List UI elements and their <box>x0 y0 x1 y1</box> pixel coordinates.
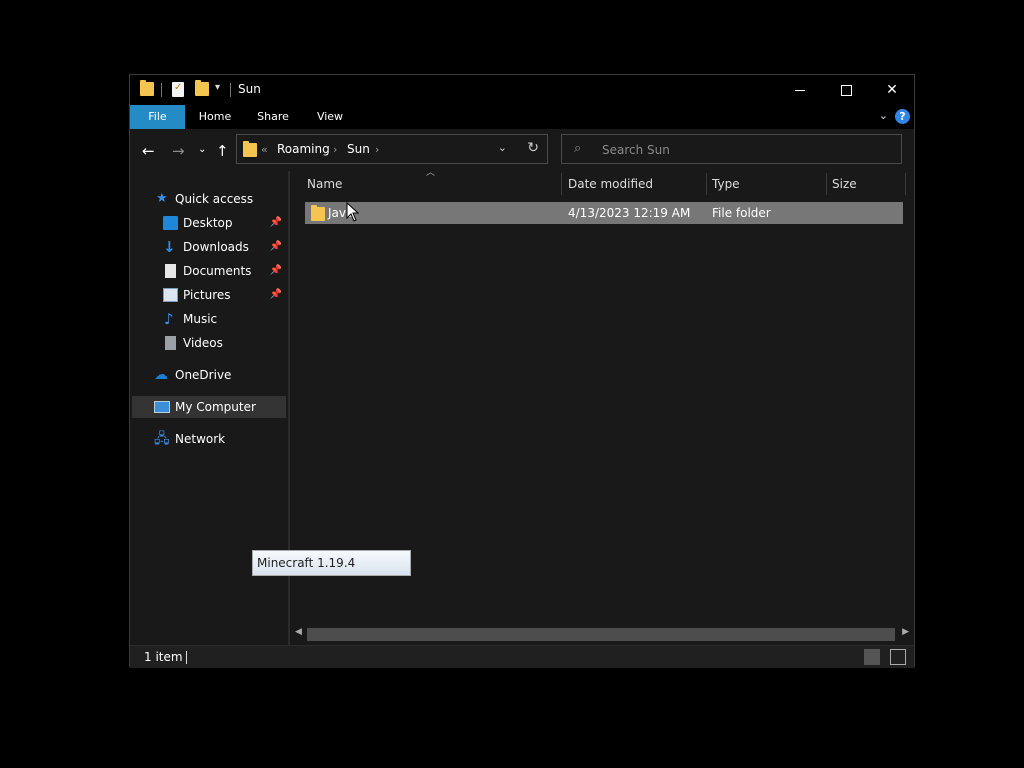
column-header-size[interactable]: Size <box>832 171 902 197</box>
column-divider[interactable] <box>706 173 707 195</box>
table-row[interactable]: Java 4/13/2023 12:19 AM File folder <box>305 202 903 224</box>
tooltip: Minecraft 1.19.4 <box>252 550 411 576</box>
file-date-modified: 4/13/2023 12:19 AM <box>568 206 691 220</box>
column-divider[interactable] <box>561 173 562 195</box>
column-header-name[interactable]: Name <box>307 171 557 197</box>
navigation-bar: ← → ⌄ ↑ « Roaming › Sun › ⌄ ↻ ⌕ <box>130 129 914 171</box>
status-bar: 1 item <box>130 645 914 668</box>
item-count: 1 item <box>144 650 183 664</box>
documents-icon <box>165 264 176 278</box>
large-icons-view-button[interactable] <box>890 649 906 665</box>
sidebar-item-documents[interactable]: Documents 📌 <box>130 260 286 282</box>
tab-home[interactable]: Home <box>190 105 240 129</box>
file-type: File folder <box>712 206 771 220</box>
ribbon-tabs: File Home Share View ⌄ ? <box>130 105 914 129</box>
folder-icon <box>243 141 257 157</box>
sidebar-item-label: My Computer <box>175 400 256 414</box>
column-header-type[interactable]: Type <box>712 171 824 197</box>
column-divider[interactable] <box>826 173 827 195</box>
column-divider[interactable] <box>905 173 906 195</box>
horizontal-scrollbar[interactable]: ◀ ▶ <box>290 626 914 643</box>
help-icon[interactable]: ? <box>895 109 910 124</box>
sidebar-item-quick-access[interactable]: ★ Quick access <box>130 188 286 210</box>
sidebar-item-my-computer[interactable]: My Computer <box>132 396 286 418</box>
sidebar-item-downloads[interactable]: ↓ Downloads 📌 <box>130 236 286 258</box>
downloads-icon: ↓ <box>163 238 176 256</box>
sidebar-item-label: Desktop <box>183 216 233 230</box>
breadcrumb-separator[interactable]: › <box>375 143 379 156</box>
scroll-right-icon[interactable]: ▶ <box>902 627 909 637</box>
scrollbar-thumb[interactable] <box>307 628 895 641</box>
maximize-icon <box>840 84 852 96</box>
text-caret <box>186 651 187 664</box>
music-icon: ♪ <box>164 310 174 328</box>
videos-icon <box>165 336 176 350</box>
sidebar-item-label: Pictures <box>183 288 231 302</box>
breadcrumb-roaming[interactable]: Roaming <box>277 142 330 156</box>
sidebar-item-onedrive[interactable]: ☁ OneDrive <box>130 364 286 386</box>
refresh-icon[interactable]: ↻ <box>527 140 539 156</box>
network-icon: 🖧 <box>154 431 170 447</box>
sidebar-item-label: Music <box>183 312 218 326</box>
sidebar-item-label: Network <box>175 432 226 446</box>
sidebar-item-label: Documents <box>183 264 252 278</box>
column-header-date-modified[interactable]: Date modified <box>568 171 704 197</box>
sidebar-item-label: Quick access <box>175 192 254 206</box>
address-bar[interactable]: « Roaming › Sun › ⌄ ↻ <box>236 134 548 164</box>
computer-icon <box>154 401 170 413</box>
onedrive-icon: ☁ <box>154 367 168 383</box>
search-input[interactable] <box>600 140 884 160</box>
pin-icon[interactable]: 📌 <box>270 260 282 282</box>
file-explorer-window: ▾ Sun ✕ File Home Share View ⌄ ? ← → ⌄ ↑… <box>129 74 915 668</box>
breadcrumb-sun[interactable]: Sun <box>347 142 370 156</box>
sidebar-item-desktop[interactable]: Desktop 📌 <box>130 212 286 234</box>
forward-button[interactable]: → <box>172 142 185 160</box>
minimize-icon <box>795 89 805 91</box>
folder-icon <box>140 80 154 98</box>
divider <box>230 83 231 97</box>
close-button[interactable]: ✕ <box>869 75 915 105</box>
folder-icon <box>311 205 325 221</box>
customize-qat-icon[interactable]: ▾ <box>215 82 220 98</box>
maximize-button[interactable] <box>823 75 869 105</box>
search-icon: ⌕ <box>574 141 582 156</box>
desktop-icon <box>163 216 178 230</box>
new-folder-icon[interactable] <box>195 80 209 98</box>
sidebar-item-videos[interactable]: Videos <box>130 332 286 354</box>
tab-file[interactable]: File <box>130 105 185 129</box>
sidebar-item-label: Videos <box>183 336 223 350</box>
scroll-left-icon[interactable]: ◀ <box>295 627 302 637</box>
breadcrumb-overflow[interactable]: « <box>261 143 268 156</box>
mouse-pointer-icon <box>346 202 360 222</box>
sidebar-item-music[interactable]: ♪ Music <box>130 308 286 330</box>
sidebar-item-pictures[interactable]: Pictures 📌 <box>130 284 286 306</box>
window-title: Sun <box>238 82 261 96</box>
breadcrumb-separator[interactable]: › <box>333 143 337 156</box>
pin-icon[interactable]: 📌 <box>270 284 282 306</box>
sidebar-item-label: OneDrive <box>175 368 232 382</box>
back-button[interactable]: ← <box>142 142 155 160</box>
divider <box>161 83 162 97</box>
pin-icon[interactable]: 📌 <box>270 236 282 258</box>
tab-view[interactable]: View <box>305 105 355 129</box>
properties-icon[interactable] <box>172 82 184 98</box>
pictures-icon <box>163 288 178 302</box>
tab-share[interactable]: Share <box>248 105 298 129</box>
expand-ribbon-icon[interactable]: ⌄ <box>879 109 888 122</box>
star-icon: ★ <box>156 191 168 206</box>
close-icon: ✕ <box>886 82 898 98</box>
up-button[interactable]: ↑ <box>216 142 229 160</box>
search-box[interactable]: ⌕ <box>561 134 902 164</box>
recent-locations-button[interactable]: ⌄ <box>198 144 206 155</box>
details-view-button[interactable] <box>864 649 880 665</box>
pin-icon[interactable]: 📌 <box>270 212 282 234</box>
title-bar: ▾ Sun ✕ <box>130 75 914 105</box>
sidebar-item-network[interactable]: 🖧 Network <box>130 428 286 450</box>
minimize-button[interactable] <box>777 75 823 105</box>
sidebar-item-label: Downloads <box>183 240 249 254</box>
address-history-dropdown-icon[interactable]: ⌄ <box>498 141 507 154</box>
